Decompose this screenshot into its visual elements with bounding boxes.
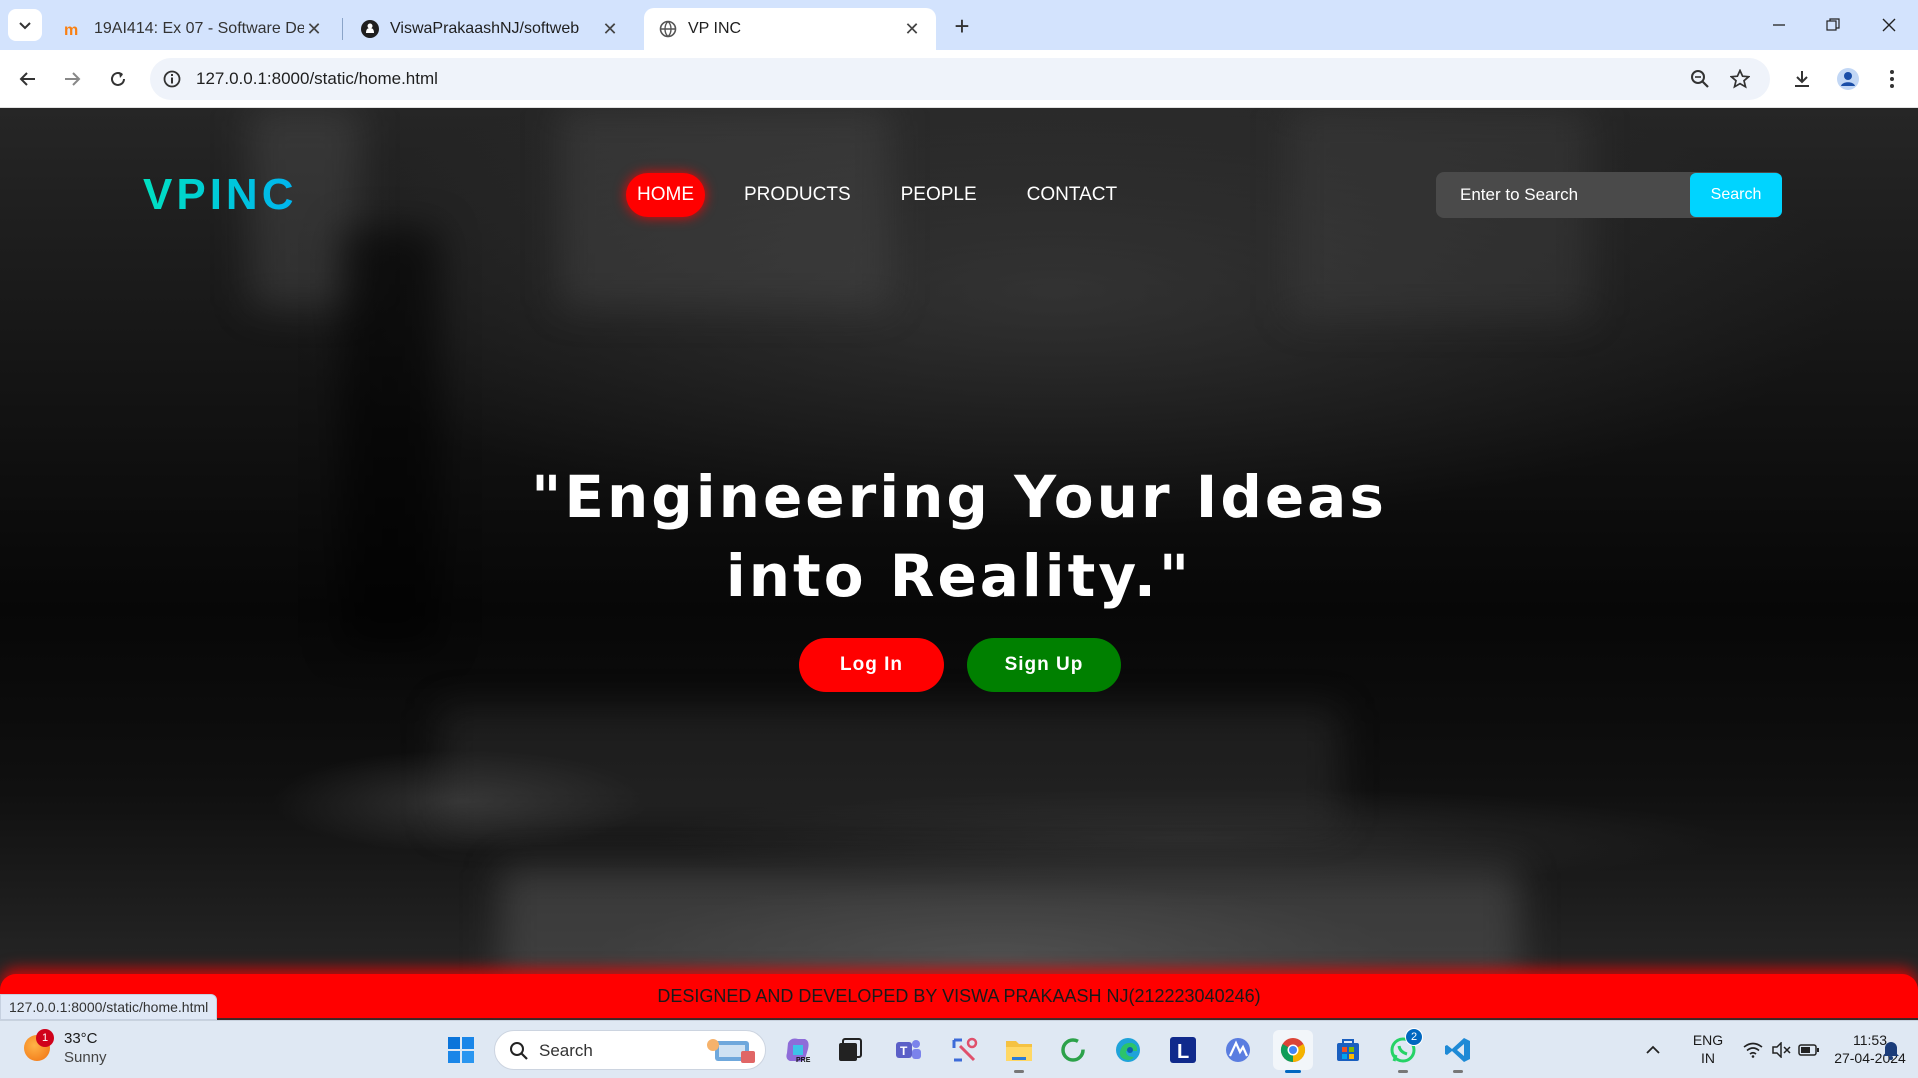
weather-badge: 1 [36, 1029, 54, 1047]
tab-github[interactable]: ViswaPrakaashNJ/softweb ✕ [346, 8, 634, 50]
svg-text:L: L [1177, 1041, 1189, 1063]
language-line2: IN [1701, 1050, 1715, 1066]
svg-text:T: T [900, 1044, 908, 1058]
l-app-icon[interactable]: L [1163, 1030, 1203, 1070]
running-indicator [1014, 1070, 1024, 1073]
tab-moodle[interactable]: m 19AI414: Ex 07 - Software Deve ✕ [50, 8, 338, 50]
close-window-icon[interactable] [1872, 10, 1906, 40]
background-blur [500, 868, 1520, 988]
chevron-down-icon [19, 22, 31, 30]
chrome-icon[interactable] [1273, 1030, 1313, 1073]
whatsapp-icon[interactable]: 2 [1383, 1028, 1423, 1073]
hero-title-line2: into Reality." [725, 542, 1193, 610]
volume-muted-icon[interactable] [1768, 1030, 1794, 1070]
tab-title: 19AI414: Ex 07 - Software Deve [94, 20, 304, 37]
tab-search-button[interactable] [8, 9, 42, 41]
restore-icon[interactable] [1816, 10, 1850, 40]
chevron-up-icon[interactable] [1638, 1030, 1668, 1070]
running-indicator [1285, 1070, 1301, 1073]
site-search: Search [1436, 172, 1782, 218]
nav-home[interactable]: HOME [626, 173, 705, 217]
browser-tab-strip: m 19AI414: Ex 07 - Software Deve ✕ Viswa… [0, 0, 1918, 50]
main-nav: HOME PRODUCTS PEOPLE CONTACT [626, 173, 1156, 217]
file-explorer-icon[interactable] [999, 1030, 1039, 1073]
footer-credit: DESIGNED AND DEVELOPED BY VISWA PRAKAASH… [0, 974, 1918, 1018]
battery-icon[interactable] [1796, 1030, 1822, 1070]
close-icon[interactable]: ✕ [600, 19, 620, 39]
github-icon [360, 19, 380, 39]
globe-icon [658, 19, 678, 39]
tab-vpinc[interactable]: VP INC ✕ [644, 8, 936, 50]
wifi-icon[interactable] [1740, 1030, 1766, 1070]
moodle-icon: m [64, 19, 84, 39]
new-tab-button[interactable]: + [948, 11, 976, 41]
minimize-icon[interactable] [1762, 10, 1796, 40]
vscode-icon[interactable] [1438, 1030, 1478, 1073]
status-bar-url: 127.0.0.1:8000/static/home.html [0, 994, 218, 1020]
hero-title: "Engineering Your Ideas into Reality." [0, 458, 1918, 616]
download-icon[interactable] [1786, 63, 1818, 95]
whatsapp-badge: 2 [1405, 1028, 1423, 1046]
menu-kebab-icon[interactable] [1876, 63, 1908, 95]
login-button[interactable]: Log In [799, 638, 944, 692]
url-text[interactable]: 127.0.0.1:8000/static/home.html [196, 69, 438, 89]
vector-app-icon[interactable] [1218, 1030, 1258, 1070]
sun-icon: 1 [24, 1029, 54, 1061]
tab-title: ViswaPrakaashNJ/softweb [390, 20, 580, 37]
notification-bell-icon[interactable] [1878, 1030, 1904, 1070]
task-view-icon[interactable] [830, 1030, 870, 1070]
windows-start-icon[interactable] [441, 1030, 481, 1070]
page-viewport: VPINC HOME PRODUCTS PEOPLE CONTACT Searc… [0, 108, 1918, 1020]
tab-separator [342, 18, 343, 40]
search-input[interactable] [1436, 172, 1690, 218]
background-blur [440, 708, 1340, 828]
weather-condition: Sunny [64, 1049, 107, 1066]
profile-avatar-icon[interactable] [1832, 63, 1864, 95]
taskbar-search[interactable]: Search [494, 1030, 766, 1070]
close-icon[interactable]: ✕ [304, 19, 324, 39]
bookmark-star-icon[interactable] [1728, 67, 1752, 91]
search-button[interactable]: Search [1690, 173, 1782, 217]
svg-text:m: m [64, 22, 78, 38]
browser-toolbar: 127.0.0.1:8000/static/home.html [0, 50, 1918, 108]
tab-title: VP INC [688, 20, 742, 37]
zoom-icon[interactable] [1688, 67, 1712, 91]
nav-products[interactable]: PRODUCTS [733, 173, 862, 217]
language-indicator[interactable]: ENG IN [1688, 1031, 1728, 1067]
teams-icon[interactable]: T [888, 1030, 928, 1070]
nav-people[interactable]: PEOPLE [890, 173, 988, 217]
back-arrow-icon[interactable] [12, 63, 44, 95]
hero-title-line1: "Engineering Your Ideas [531, 463, 1387, 531]
weather-widget[interactable]: 1 33°C Sunny [24, 1029, 107, 1067]
svg-text:PRE: PRE [796, 1057, 811, 1064]
taskbar: 1 33°C Sunny Search PRE T L 2 ENG IN 11:… [0, 1020, 1918, 1078]
address-bar[interactable]: 127.0.0.1:8000/static/home.html [150, 58, 1770, 100]
nav-contact[interactable]: CONTACT [1016, 173, 1128, 217]
signup-button[interactable]: Sign Up [967, 638, 1121, 692]
weather-temp: 33°C [64, 1030, 98, 1047]
copilot-icon[interactable]: PRE [778, 1030, 818, 1070]
reload-icon[interactable] [102, 63, 134, 95]
search-highlight-icon [707, 1039, 755, 1063]
taskbar-search-label: Search [539, 1041, 593, 1060]
refresh-app-icon[interactable] [1053, 1030, 1093, 1070]
site-logo[interactable]: VPINC [143, 170, 297, 220]
edge-icon[interactable] [1108, 1030, 1148, 1070]
search-icon [510, 1042, 528, 1060]
snipping-tool-icon[interactable] [944, 1030, 984, 1070]
store-icon[interactable] [1328, 1030, 1368, 1070]
site-info-icon[interactable] [160, 67, 184, 91]
forward-arrow-icon[interactable] [56, 63, 88, 95]
close-icon[interactable]: ✕ [902, 19, 922, 39]
running-indicator [1398, 1070, 1408, 1073]
language-line1: ENG [1692, 1032, 1724, 1048]
running-indicator [1453, 1070, 1463, 1073]
